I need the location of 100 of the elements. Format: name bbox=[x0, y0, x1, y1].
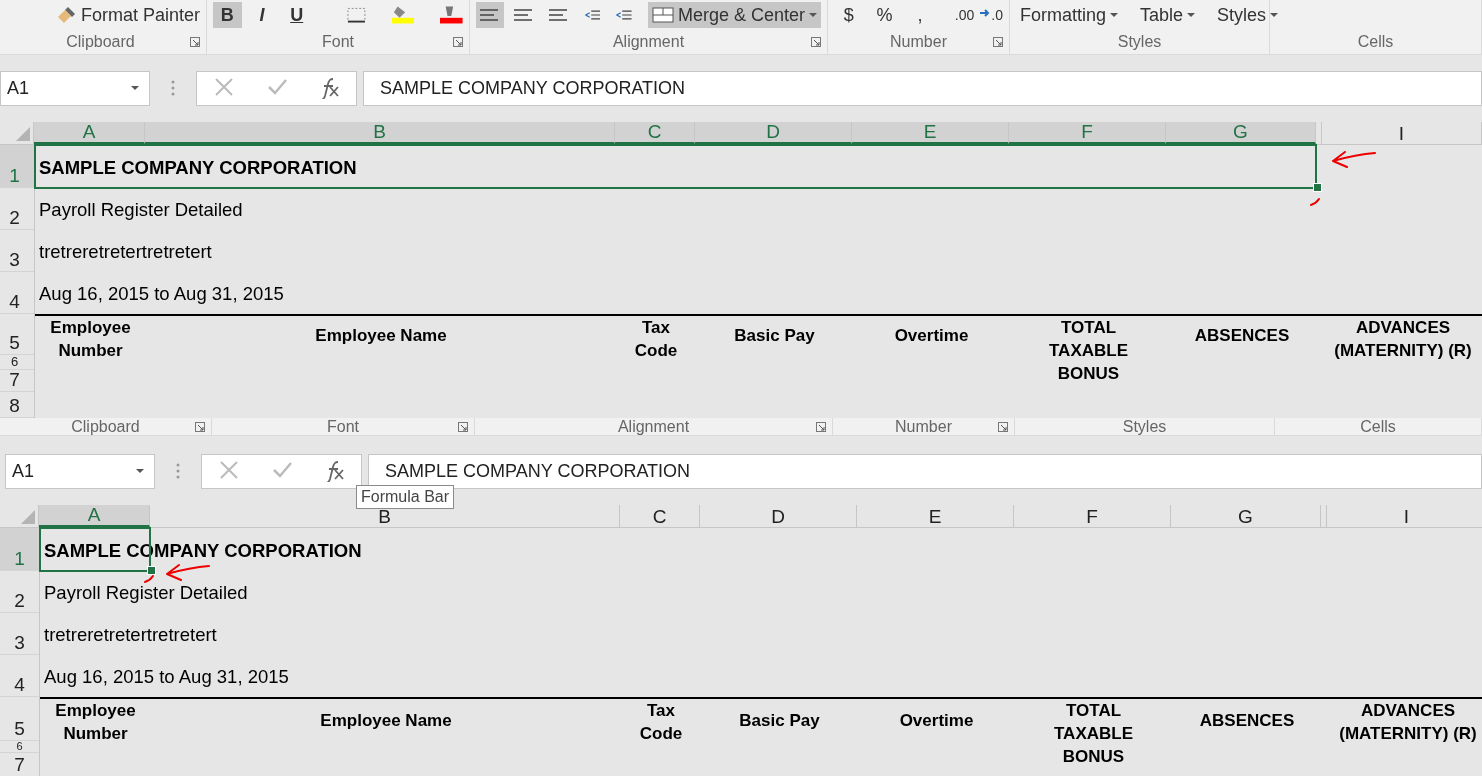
font-color-icon bbox=[440, 6, 463, 24]
column-heading: ADVANCES (MATERNITY) (R) bbox=[1338, 700, 1478, 745]
annotation-arrow bbox=[1329, 151, 1377, 169]
group-label: Alignment bbox=[617, 417, 690, 436]
align-button[interactable] bbox=[476, 2, 505, 28]
column-header[interactable]: D bbox=[695, 122, 852, 144]
row-header[interactable]: 2 bbox=[0, 571, 39, 613]
column-header[interactable]: A bbox=[34, 122, 145, 144]
row-header[interactable]: 7 bbox=[0, 370, 34, 392]
row-header[interactable]: 3 bbox=[0, 613, 39, 655]
column-header[interactable]: I bbox=[1327, 505, 1482, 527]
name-box[interactable]: A1 bbox=[0, 70, 150, 106]
dialog-launcher-icon[interactable] bbox=[190, 37, 200, 47]
style-dropdown-button[interactable]: Formatting bbox=[1016, 2, 1123, 28]
dialog-launcher-icon[interactable] bbox=[453, 37, 463, 47]
row-header[interactable]: 1 bbox=[0, 145, 34, 188]
group-label: Styles bbox=[1117, 33, 1162, 51]
dialog-launcher-icon[interactable] bbox=[811, 37, 821, 47]
cell-reference: A1 bbox=[7, 77, 30, 99]
column-header[interactable]: G bbox=[1166, 122, 1316, 144]
grip-icon bbox=[176, 463, 180, 479]
cell-text: Aug 16, 2015 to Aug 31, 2015 bbox=[39, 283, 284, 305]
column-header[interactable]: E bbox=[852, 122, 1009, 144]
column-heading: Tax Code bbox=[638, 700, 684, 745]
tooltip: Formula Bar bbox=[356, 485, 455, 509]
sheet-title: SAMPLE COMPANY CORPORATION bbox=[39, 157, 357, 179]
column-heading: Basic Pay bbox=[739, 709, 820, 732]
row-header[interactable]: 3 bbox=[0, 230, 34, 272]
annotation-arrow bbox=[163, 564, 211, 582]
caret-icon bbox=[136, 469, 144, 473]
formula-text: SAMPLE COMPANY CORPORATION bbox=[385, 460, 691, 482]
column-heading: Employee Name bbox=[320, 709, 452, 732]
row-header[interactable]: 4 bbox=[0, 272, 34, 314]
fill-handle[interactable] bbox=[147, 566, 156, 575]
decimal-label: .00 bbox=[954, 7, 975, 23]
dialog-launcher-icon[interactable] bbox=[195, 421, 205, 432]
group-label: Clipboard bbox=[66, 33, 135, 51]
merge-center-button[interactable]: Merge & Center bbox=[647, 2, 821, 28]
annotation-mark bbox=[144, 575, 154, 583]
dialog-launcher-icon[interactable] bbox=[993, 37, 1003, 47]
row-header[interactable]: 5 bbox=[0, 697, 39, 741]
row-header[interactable]: 1 bbox=[0, 528, 39, 571]
formula-field[interactable]: SAMPLE COMPANY CORPORATION bbox=[368, 453, 1482, 489]
row-header[interactable]: 4 bbox=[0, 655, 39, 697]
formula-field[interactable]: SAMPLE COMPANY CORPORATION bbox=[363, 70, 1482, 106]
column-header[interactable]: F bbox=[1014, 505, 1171, 527]
column-header[interactable]: C bbox=[620, 505, 700, 527]
column-heading: ADVANCES (MATERNITY) (R) bbox=[1333, 317, 1473, 362]
borders-icon bbox=[347, 7, 366, 23]
row-header[interactable]: 2 bbox=[0, 188, 34, 230]
column-heading: TOTAL TAXABLE BONUS bbox=[1053, 700, 1134, 768]
font-style-button[interactable]: U bbox=[282, 2, 312, 28]
style-dropdown-button[interactable]: Styles bbox=[1213, 2, 1283, 28]
function-icon bbox=[319, 77, 340, 99]
annotation-mark bbox=[1310, 198, 1320, 206]
dialog-launcher-icon[interactable] bbox=[458, 421, 468, 432]
number-format-button[interactable]: $ bbox=[834, 2, 864, 28]
number-format-button[interactable]: , bbox=[905, 2, 935, 28]
function-icon bbox=[324, 460, 345, 482]
row-header[interactable]: 5 bbox=[0, 314, 34, 355]
row-header[interactable]: 6 bbox=[0, 741, 39, 753]
font-style-button[interactable]: I bbox=[247, 2, 277, 28]
cell-reference: A1 bbox=[12, 460, 35, 482]
column-heading: Employee Name bbox=[315, 325, 447, 347]
font-style-button[interactable]: B bbox=[213, 2, 242, 28]
indent-icon bbox=[616, 8, 632, 22]
column-header[interactable]: A bbox=[39, 505, 150, 527]
number-format-button[interactable]: % bbox=[869, 2, 900, 28]
arrow-icon bbox=[980, 7, 991, 19]
paintbrush-icon bbox=[56, 5, 77, 25]
insert-function-button[interactable] bbox=[319, 77, 340, 99]
insert-function-button[interactable] bbox=[324, 460, 345, 482]
column-heading: Overtime bbox=[894, 325, 969, 347]
column-header[interactable]: G bbox=[1171, 505, 1321, 527]
column-heading: TOTAL TAXABLE BONUS bbox=[1048, 317, 1129, 385]
style-dropdown-button[interactable]: Table bbox=[1136, 2, 1200, 28]
column-header[interactable]: I bbox=[1322, 122, 1482, 144]
group-label: Font bbox=[322, 33, 354, 51]
fill-handle[interactable] bbox=[1313, 183, 1322, 192]
column-header[interactable]: C bbox=[615, 122, 695, 144]
decimal-label: .0 bbox=[991, 7, 1003, 23]
align-icon bbox=[514, 8, 533, 22]
column-header[interactable]: F bbox=[1009, 122, 1166, 144]
cell-text: tretreretretertretretert bbox=[44, 624, 217, 646]
name-box[interactable]: A1 bbox=[5, 453, 155, 489]
column-heading: Employee Number bbox=[49, 317, 132, 362]
row-header[interactable]: 7 bbox=[0, 753, 39, 776]
dialog-launcher-icon[interactable] bbox=[816, 421, 826, 432]
column-header[interactable]: B bbox=[145, 122, 615, 144]
row-header[interactable]: 6 bbox=[0, 355, 34, 370]
grip-icon bbox=[171, 80, 175, 96]
column-header[interactable]: D bbox=[700, 505, 857, 527]
caret-icon bbox=[1110, 13, 1119, 17]
group-label: Number bbox=[890, 33, 947, 51]
column-heading: ABSENCES bbox=[1194, 325, 1290, 347]
column-header[interactable]: E bbox=[857, 505, 1014, 527]
cell-text: Payroll Register Detailed bbox=[44, 582, 248, 604]
group-label: Alignment bbox=[612, 33, 685, 51]
format-painter-button[interactable]: Format Painter bbox=[52, 2, 205, 28]
dialog-launcher-icon[interactable] bbox=[998, 421, 1008, 432]
